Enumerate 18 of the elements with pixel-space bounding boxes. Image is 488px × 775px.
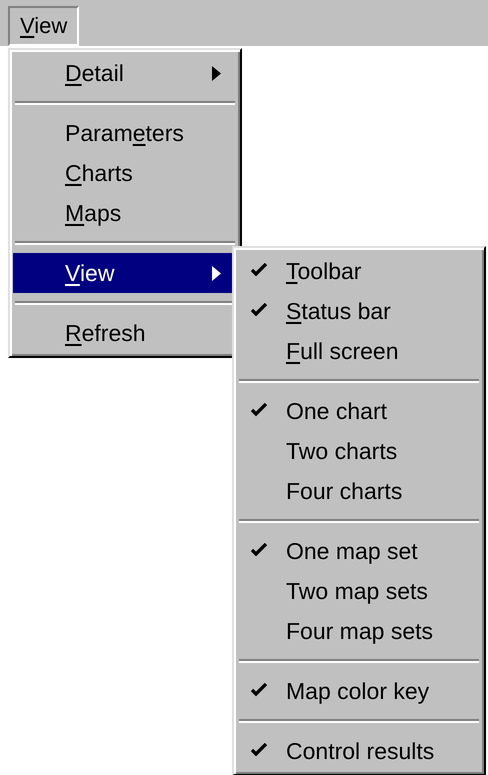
menu-item[interactable]: Two charts [237, 431, 481, 471]
menu-item[interactable]: Detail [13, 53, 237, 93]
menu-item[interactable]: Charts [13, 153, 237, 193]
menu-item[interactable]: One map set [237, 531, 481, 571]
menu-item[interactable]: Status bar [237, 291, 481, 331]
menu-item[interactable]: Parameters [13, 113, 237, 153]
menu-item[interactable]: Control results [237, 731, 481, 771]
menu-item[interactable]: Toolbar [237, 251, 481, 291]
menu-item[interactable]: Four map sets [237, 611, 481, 651]
menu-item[interactable]: Four charts [237, 471, 481, 511]
submenu-arrow-icon [212, 266, 221, 281]
menu-bar-item[interactable]: View [8, 6, 80, 46]
menu-item[interactable]: Two map sets [237, 571, 481, 611]
submenu-arrow-icon [212, 66, 221, 81]
menu-item[interactable]: Map color key [237, 671, 481, 711]
menu-item[interactable]: Maps [13, 193, 237, 233]
menu-item[interactable]: Full screen [237, 331, 481, 371]
menu-item[interactable]: One chart [237, 391, 481, 431]
